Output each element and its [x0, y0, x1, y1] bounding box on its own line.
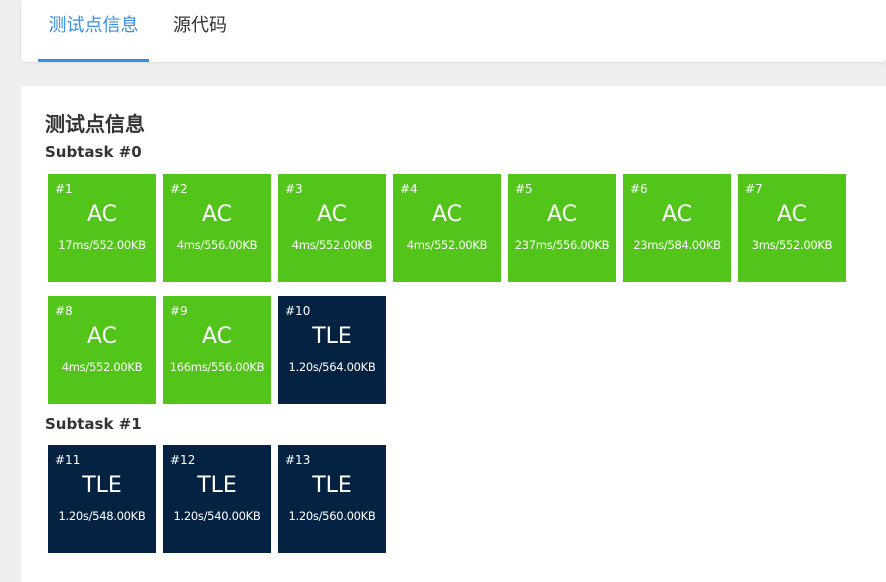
- testcase-tile[interactable]: #1 AC 17ms/552.00KB: [48, 174, 156, 282]
- testcase-number: #6: [630, 182, 648, 196]
- testcase-stats: 1.20s/548.00KB: [58, 509, 146, 523]
- tab-source-code[interactable]: 源代码: [173, 0, 227, 62]
- testcase-tile[interactable]: #3 AC 4ms/552.00KB: [278, 174, 386, 282]
- testcase-tile[interactable]: #8 AC 4ms/552.00KB: [48, 296, 156, 404]
- testcase-stats: 237ms/556.00KB: [514, 238, 610, 252]
- tab-testcase-info-label: 测试点信息: [48, 15, 139, 36]
- testcase-number: #3: [285, 182, 303, 196]
- testcase-status: AC: [431, 202, 463, 227]
- testcase-stats: 3ms/552.00KB: [751, 238, 833, 252]
- testcase-panel: 测试点信息 Subtask #0 #1 AC 17ms/552.00KB #2 AC 4m…: [21, 86, 886, 582]
- testcase-number: #8: [55, 304, 73, 318]
- testcase-number: #13: [285, 453, 311, 467]
- testcase-status: AC: [776, 202, 808, 227]
- testcase-stats: 166ms/556.00KB: [169, 360, 265, 374]
- testcase-tile[interactable]: #2 AC 4ms/556.00KB: [163, 174, 271, 282]
- testcase-status: AC: [201, 324, 233, 349]
- testcase-number: #5: [515, 182, 533, 196]
- testcase-stats: 1.20s/560.00KB: [288, 509, 376, 523]
- testcase-stats: 4ms/552.00KB: [61, 360, 143, 374]
- testcase-tile[interactable]: #13 TLE 1.20s/560.00KB: [278, 445, 386, 553]
- testcase-tile[interactable]: #11 TLE 1.20s/548.00KB: [48, 445, 156, 553]
- testcase-tile[interactable]: #6 AC 23ms/584.00KB: [623, 174, 731, 282]
- testcase-tile[interactable]: #10 TLE 1.20s/564.00KB: [278, 296, 386, 404]
- testcase-status: AC: [86, 324, 118, 349]
- testcase-number: #10: [285, 304, 311, 318]
- testcase-number: #12: [170, 453, 196, 467]
- tab-source-code-label: 源代码: [173, 15, 227, 36]
- testcase-stats: 23ms/584.00KB: [633, 238, 721, 252]
- active-tab-indicator: [38, 59, 149, 62]
- testcase-status: AC: [201, 202, 233, 227]
- testcase-stats: 1.20s/540.00KB: [173, 509, 261, 523]
- testcase-stats: 1.20s/564.00KB: [288, 360, 376, 374]
- testcase-tile[interactable]: #9 AC 166ms/556.00KB: [163, 296, 271, 404]
- tab-testcase-info[interactable]: 测试点信息: [38, 0, 149, 62]
- testcase-status: TLE: [197, 473, 237, 498]
- testcase-number: #2: [170, 182, 188, 196]
- testcase-stats: 4ms/552.00KB: [406, 238, 488, 252]
- subtask-1-grid: #11 TLE 1.20s/548.00KB #12 TLE 1.20s/540.00KB…: [48, 445, 868, 567]
- section-title: 测试点信息: [45, 112, 145, 136]
- testcase-tile[interactable]: #7 AC 3ms/552.00KB: [738, 174, 846, 282]
- subtask-1-title: Subtask #1: [45, 415, 142, 433]
- testcase-tile[interactable]: #5 AC 237ms/556.00KB: [508, 174, 616, 282]
- testcase-tile[interactable]: #4 AC 4ms/552.00KB: [393, 174, 501, 282]
- testcase-status: TLE: [312, 473, 352, 498]
- testcase-number: #4: [400, 182, 418, 196]
- testcase-status: TLE: [312, 324, 352, 349]
- testcase-number: #9: [170, 304, 188, 318]
- testcase-stats: 4ms/556.00KB: [176, 238, 258, 252]
- testcase-status: AC: [661, 202, 693, 227]
- testcase-number: #11: [55, 453, 81, 467]
- testcase-status: AC: [546, 202, 578, 227]
- testcase-status: AC: [86, 202, 118, 227]
- subtask-0-grid: #1 AC 17ms/552.00KB #2 AC 4ms/556.00KB #3 AC 4ms…: [48, 174, 868, 418]
- testcase-status: TLE: [82, 473, 122, 498]
- testcase-stats: 17ms/552.00KB: [58, 238, 146, 252]
- subtask-0-title: Subtask #0: [45, 143, 142, 161]
- testcase-number: #7: [745, 182, 763, 196]
- testcase-status: AC: [316, 202, 348, 227]
- testcase-number: #1: [55, 182, 73, 196]
- tab-bar: 测试点信息 源代码: [21, 0, 886, 62]
- testcase-stats: 4ms/552.00KB: [291, 238, 373, 252]
- testcase-tile[interactable]: #12 TLE 1.20s/540.00KB: [163, 445, 271, 553]
